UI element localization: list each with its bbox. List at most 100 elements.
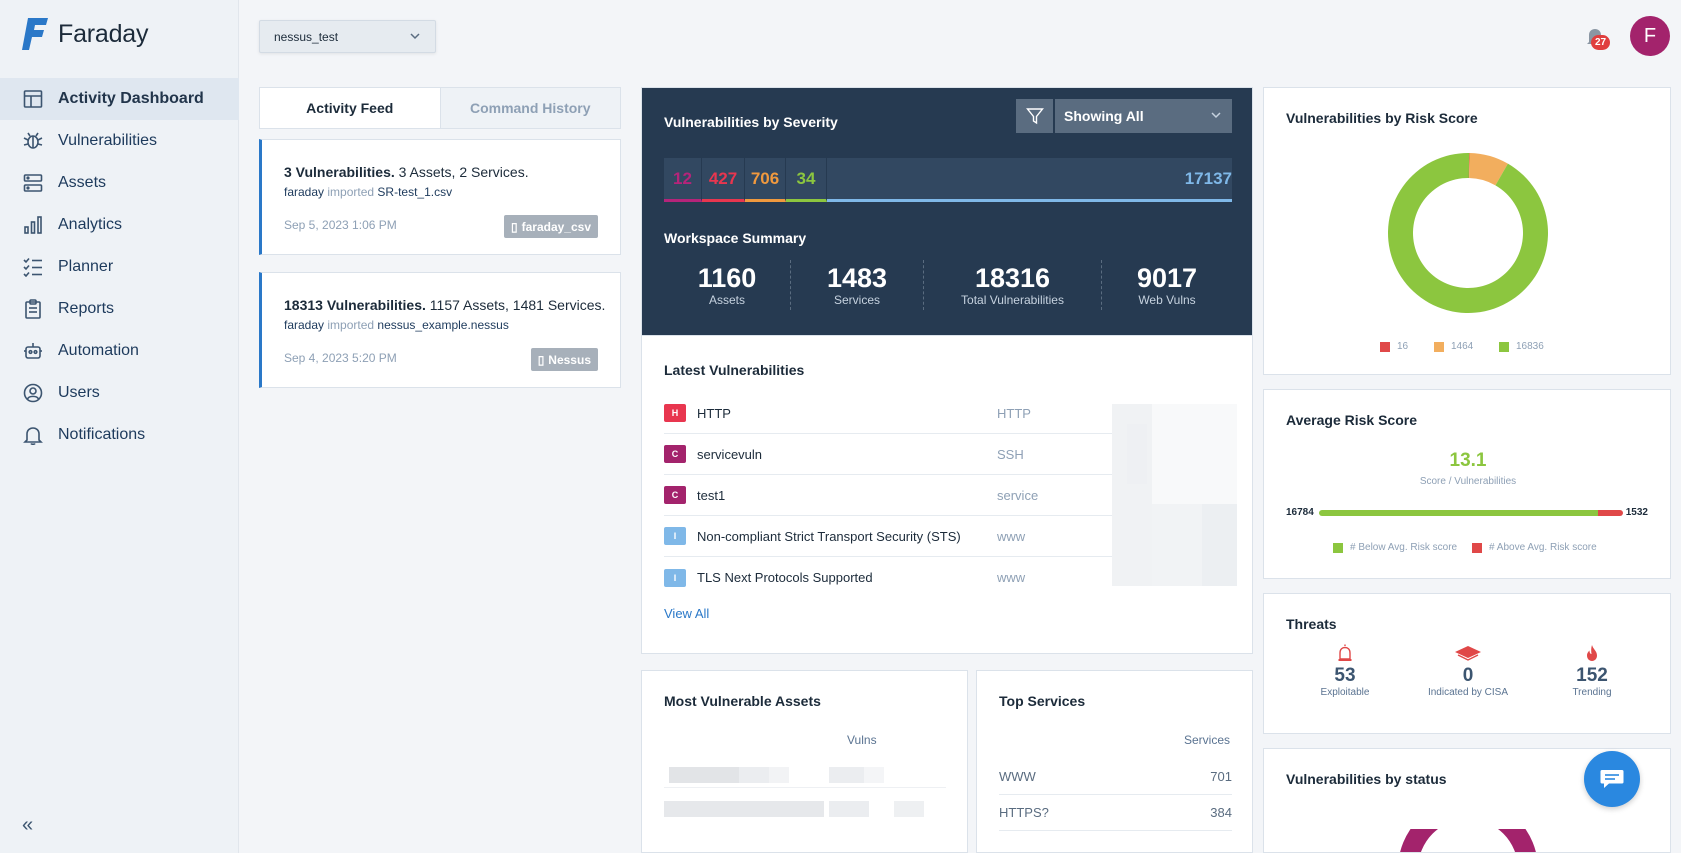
- user-icon: [22, 382, 44, 404]
- service-count: 701: [1210, 769, 1232, 784]
- average-risk-score-value: 13.1: [1449, 450, 1487, 471]
- feed-card[interactable]: 3 Vulnerabilities. 3 Assets, 2 Services.…: [259, 139, 621, 255]
- feed-card-user: faraday: [284, 185, 325, 199]
- donut-slice[interactable]: [1388, 153, 1548, 313]
- vuln-row[interactable]: C servicevuln SSH: [664, 434, 1112, 475]
- feed-card[interactable]: 18313 Vulnerabilities. 1157 Assets, 1481…: [259, 272, 621, 388]
- severity-high-segment[interactable]: 427: [702, 158, 745, 202]
- top-services-panel: Top Services Services WWW 701 HTTPS? 384: [976, 670, 1253, 853]
- sidebar: Faraday Activity Dashboard Vulnerabiliti…: [0, 0, 239, 853]
- tab-activity-feed[interactable]: Activity Feed: [260, 88, 441, 128]
- robot-icon: [22, 340, 44, 362]
- bell-icon: [22, 424, 44, 446]
- sidebar-item-reports[interactable]: Reports: [0, 288, 239, 330]
- legend-item: 16: [1380, 341, 1408, 352]
- feed-card-subtitle: faraday imported SR-test_1.csv: [284, 185, 620, 199]
- view-all-link[interactable]: View All: [664, 606, 709, 621]
- vuln-service: SSH: [997, 446, 1024, 462]
- legend-label: 1464: [1451, 341, 1474, 352]
- sidebar-item-label: Users: [58, 384, 100, 401]
- legend-swatch: [1380, 341, 1390, 352]
- risk-score-panel: Vulnerabilities by Risk Score 16 1464 16…: [1263, 87, 1671, 375]
- severity-pill: C: [664, 445, 686, 463]
- logo[interactable]: Faraday: [22, 16, 149, 52]
- threat-label: Exploitable: [1320, 687, 1370, 698]
- below-avg-bar-segment: [1319, 510, 1598, 516]
- service-row[interactable]: HTTPS? 384: [999, 795, 1232, 831]
- feed-card-date: Sep 5, 2023 1:06 PM: [284, 218, 397, 232]
- legend-swatch: [1499, 341, 1509, 352]
- stat-value: 18316: [974, 263, 1051, 293]
- severity-info-segment[interactable]: 17137: [827, 158, 1232, 202]
- sidebar-item-analytics[interactable]: Analytics: [0, 204, 239, 246]
- filter-button[interactable]: [1016, 99, 1053, 133]
- legend-item: # Above Avg. Risk score: [1472, 542, 1597, 553]
- severity-critical-count: 12: [673, 168, 692, 188]
- legend-label: 16836: [1516, 341, 1544, 352]
- workspace-select[interactable]: nessus_test: [259, 20, 436, 53]
- stat-web-vulns[interactable]: 9017 Web Vulns: [1102, 260, 1232, 310]
- severity-low-segment[interactable]: 34: [786, 158, 827, 202]
- stat-value: 9017: [1136, 263, 1198, 293]
- sidebar-item-assets[interactable]: Assets: [0, 162, 239, 204]
- server-icon: [22, 172, 44, 194]
- legend-item: 16836: [1499, 341, 1544, 352]
- stat-assets[interactable]: 1160 Assets: [664, 260, 791, 310]
- average-risk-bar: [1319, 510, 1623, 516]
- threat-cisa[interactable]: 0 Indicated by CISA: [1398, 644, 1538, 698]
- vuln-row[interactable]: H HTTP HTTP: [664, 393, 1112, 434]
- risk-score-donut-chart: [1388, 153, 1548, 313]
- vuln-row[interactable]: I Non-compliant Strict Transport Securit…: [664, 516, 1112, 557]
- service-name: HTTPS?: [999, 805, 1049, 820]
- severity-critical-segment[interactable]: 12: [664, 158, 702, 202]
- severity-medium-segment[interactable]: 706: [745, 158, 786, 202]
- threat-label: Trending: [1572, 687, 1612, 698]
- severity-info-count: 17137: [1184, 168, 1232, 188]
- threat-trending[interactable]: 152 Trending: [1522, 644, 1662, 698]
- brand-name: Faraday: [58, 19, 149, 48]
- sidebar-item-automation[interactable]: Automation: [0, 330, 239, 372]
- sidebar-item-notifications[interactable]: Notifications: [0, 414, 239, 456]
- feed-card-user: faraday: [284, 318, 325, 332]
- feed-card-tag: ▯ faraday_csv: [504, 215, 598, 238]
- stat-services[interactable]: 1483 Services: [791, 260, 924, 310]
- sidebar-item-activity-dashboard[interactable]: Activity Dashboard: [0, 78, 239, 120]
- threat-exploitable[interactable]: 53 Exploitable: [1275, 644, 1415, 698]
- most-vulnerable-assets-title: Most Vulnerable Assets: [664, 693, 821, 709]
- risk-score-title: Vulnerabilities by Risk Score: [1286, 110, 1478, 126]
- collapse-sidebar-button[interactable]: «: [22, 814, 33, 837]
- chat-button[interactable]: [1584, 751, 1640, 807]
- chevron-down-icon: [1211, 112, 1221, 119]
- vuln-name: TLS Next Protocols Supported: [697, 570, 873, 585]
- dashboard-icon: [22, 88, 44, 110]
- legend-label: # Above Avg. Risk score: [1489, 542, 1597, 553]
- legend-item: # Below Avg. Risk score: [1333, 542, 1457, 553]
- service-row[interactable]: WWW 701: [999, 759, 1232, 795]
- stat-total-vulnerabilities[interactable]: 18316 Total Vulnerabilities: [924, 260, 1102, 310]
- bug-icon: [22, 130, 44, 152]
- feed-card-date: Sep 4, 2023 5:20 PM: [284, 351, 397, 365]
- threat-value: 53: [1334, 665, 1356, 686]
- vuln-service: www: [997, 528, 1026, 544]
- stat-label: Assets: [708, 293, 745, 307]
- severity-high-count: 427: [708, 168, 738, 188]
- sidebar-item-label: Reports: [58, 300, 115, 317]
- feed-card-file: SR-test_1.csv: [377, 185, 453, 199]
- sidebar-item-vulnerabilities[interactable]: Vulnerabilities: [0, 120, 239, 162]
- threat-label: Indicated by CISA: [1427, 687, 1509, 698]
- feed-card-subtitle: faraday imported nessus_example.nessus: [284, 318, 620, 332]
- tab-command-history[interactable]: Command History: [440, 88, 620, 128]
- avatar[interactable]: F: [1630, 16, 1670, 56]
- fire-icon: [1587, 645, 1597, 661]
- feed-card-vulns: 3 Vulnerabilities.: [284, 164, 395, 180]
- sidebar-item-planner[interactable]: Planner: [0, 246, 239, 288]
- vuln-row[interactable]: I TLS Next Protocols Supported www: [664, 557, 1112, 598]
- services-column-header: Services: [1183, 733, 1230, 747]
- feed-card-title: 3 Vulnerabilities. 3 Assets, 2 Services.: [284, 164, 620, 180]
- vuln-row[interactable]: C test1 service: [664, 475, 1112, 516]
- vuln-name: servicevuln: [697, 446, 763, 462]
- severity-filter-select[interactable]: Showing All: [1055, 99, 1232, 133]
- clipboard-icon: [22, 298, 44, 320]
- sidebar-item-users[interactable]: Users: [0, 372, 239, 414]
- pixelated-thumbnail: [1112, 404, 1237, 586]
